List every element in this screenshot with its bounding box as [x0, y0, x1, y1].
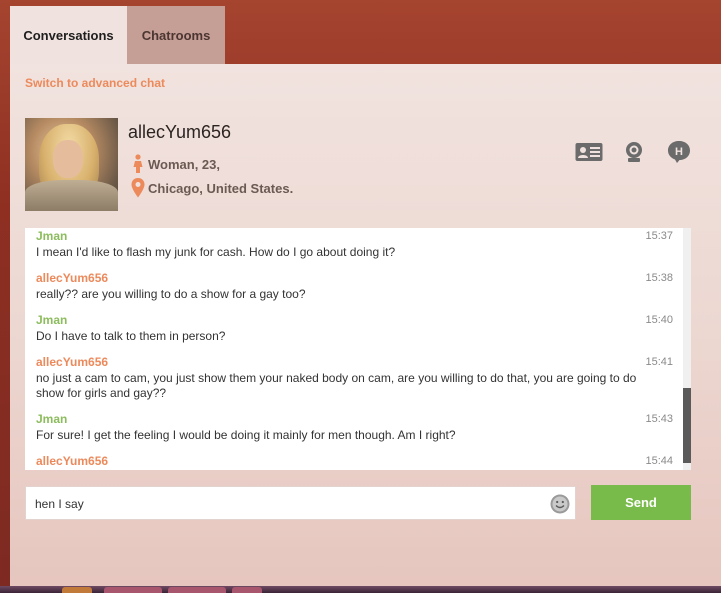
message-text: For sure! I get the feeling I would be d… — [36, 428, 456, 442]
profile-gender-age: Woman, 23, — [128, 154, 220, 174]
message-scrollbar[interactable] — [683, 228, 691, 470]
message-text: really?? are you willing to do a show fo… — [36, 287, 306, 301]
message-text: Do I have to talk to them in person? — [36, 329, 226, 343]
profile-username[interactable]: allecYum656 — [128, 122, 231, 143]
avatar-sheet — [25, 180, 118, 211]
chat-help-icon: H — [668, 141, 690, 163]
message-sender[interactable]: Jman — [36, 412, 641, 427]
message-item: allecYum656 15:38 really?? are you willi… — [25, 271, 681, 302]
female-icon — [128, 154, 148, 174]
message-item: allecYum656 15:44 — [25, 454, 681, 469]
message-input[interactable] — [35, 494, 535, 514]
taskbar-item[interactable] — [62, 587, 92, 593]
taskbar-item[interactable] — [232, 587, 262, 593]
message-time: 15:41 — [645, 356, 673, 368]
taskbar-item[interactable] — [104, 587, 162, 593]
tab-bar: Conversations Chatrooms — [10, 6, 225, 64]
message-time: 15:40 — [645, 314, 673, 326]
message-text: I mean I'd like to flash my junk for cas… — [36, 245, 396, 259]
send-button[interactable]: Send — [591, 485, 691, 520]
emoji-button[interactable] — [550, 494, 570, 514]
view-profile-button[interactable] — [575, 140, 603, 164]
webcam-icon — [626, 142, 642, 162]
message-sender[interactable]: Jman — [36, 313, 641, 328]
conversation-panel: Switch to advanced chat allecYum656 Woma… — [10, 64, 721, 586]
message-sender[interactable]: allecYum656 — [36, 454, 641, 469]
smiley-icon — [550, 494, 570, 514]
message-item: Jman 15:37 I mean I'd like to flash my j… — [25, 229, 681, 260]
id-card-icon — [575, 143, 603, 161]
scrollbar-thumb[interactable] — [683, 388, 691, 463]
message-item: Jman 15:40 Do I have to talk to them in … — [25, 313, 681, 344]
message-time: 15:44 — [645, 455, 673, 467]
message-sender[interactable]: Jman — [36, 229, 641, 244]
location-text: Chicago, United States. — [148, 180, 294, 196]
message-item: allecYum656 15:41 no just a cam to cam, … — [25, 355, 681, 401]
gender-age-text: Woman, 23, — [148, 156, 221, 172]
message-time: 15:38 — [645, 272, 673, 284]
svg-text:H: H — [675, 146, 683, 158]
message-time: 15:37 — [645, 230, 673, 242]
message-item: Jman 15:43 For sure! I get the feeling I… — [25, 412, 681, 443]
switch-advanced-chat-link[interactable]: Switch to advanced chat — [25, 76, 165, 90]
message-sender[interactable]: allecYum656 — [36, 355, 641, 370]
message-input-box — [25, 486, 576, 520]
message-sender[interactable]: allecYum656 — [36, 271, 641, 286]
profile-tools: H — [575, 140, 693, 164]
taskbar-item[interactable] — [168, 587, 226, 593]
taskbar — [0, 586, 721, 593]
location-pin-icon — [128, 178, 148, 198]
avatar[interactable] — [25, 118, 118, 211]
webcam-button[interactable] — [620, 140, 648, 164]
tab-chatrooms[interactable]: Chatrooms — [127, 6, 225, 64]
message-text: no just a cam to cam, you just show them… — [36, 371, 637, 400]
profile-location: Chicago, United States. — [128, 178, 293, 198]
help-button[interactable]: H — [665, 140, 693, 164]
message-list[interactable]: Jman 15:37 I mean I'd like to flash my j… — [25, 228, 691, 470]
tab-conversations[interactable]: Conversations — [10, 6, 127, 64]
message-time: 15:43 — [645, 413, 673, 425]
avatar-face — [53, 140, 83, 178]
message-stack: Jman 15:37 I mean I'd like to flash my j… — [25, 228, 681, 470]
